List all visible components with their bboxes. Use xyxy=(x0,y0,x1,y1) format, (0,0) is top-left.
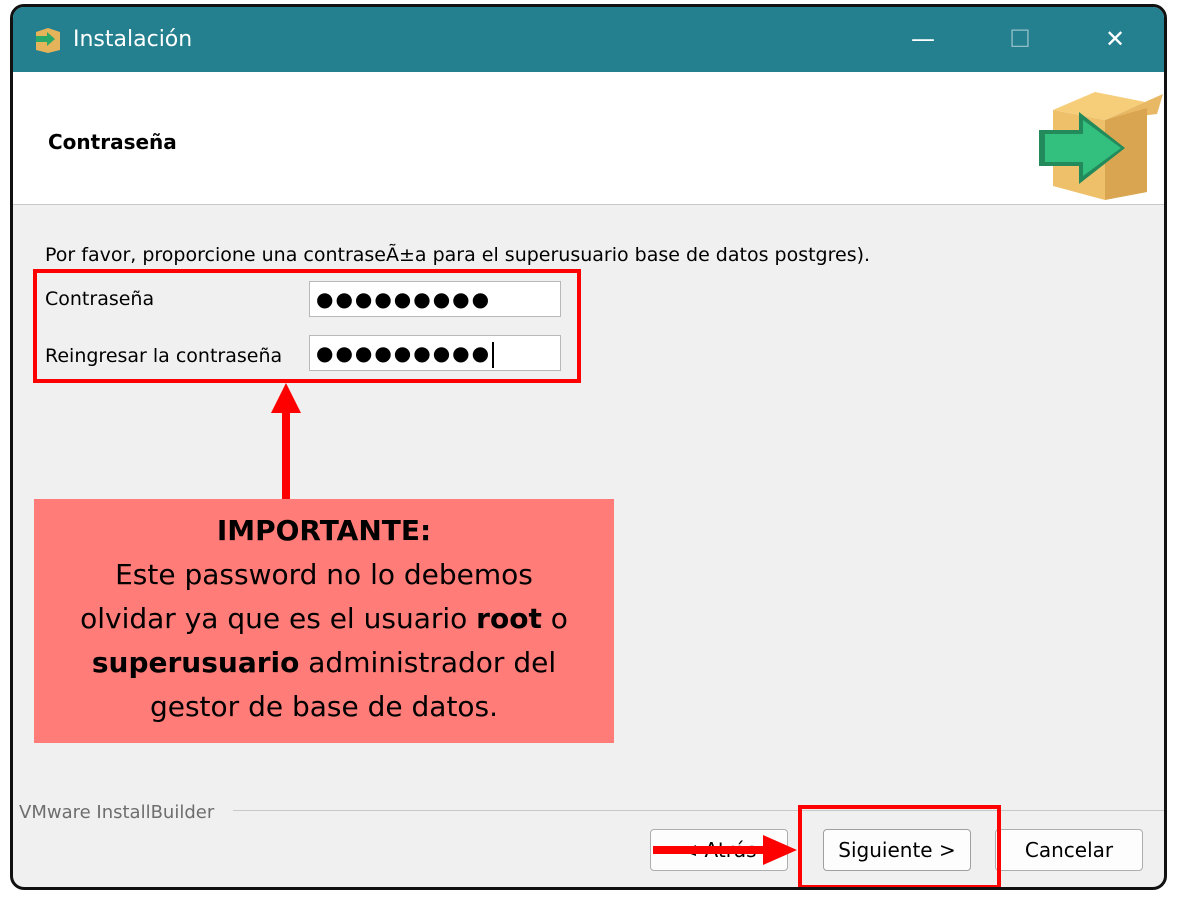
footer-brand: VMware InstallBuilder xyxy=(19,802,221,823)
close-button[interactable]: ✕ xyxy=(1092,19,1138,59)
title-bar: Instalación — ☐ ✕ xyxy=(13,7,1164,72)
installer-window: Instalación — ☐ ✕ Contraseña Por favor, … xyxy=(10,4,1167,890)
installer-box-icon xyxy=(36,28,60,53)
maximize-button[interactable]: ☐ xyxy=(997,19,1043,59)
window-title: Instalación xyxy=(73,27,193,52)
right-arrow-icon xyxy=(653,835,797,865)
next-button-highlight xyxy=(798,805,1001,887)
page-header: Contraseña xyxy=(13,72,1164,205)
footer-divider xyxy=(233,810,1164,811)
callout-line-2: olvidar ya que es el usuario root o xyxy=(80,602,568,635)
minimize-button[interactable]: — xyxy=(900,19,946,59)
installer-box-arrow-icon xyxy=(1039,92,1163,200)
callout-heading: IMPORTANTE: xyxy=(216,514,432,547)
password-fields-highlight xyxy=(33,269,581,383)
callout-line-4: gestor de base de datos. xyxy=(149,690,499,723)
important-callout: IMPORTANTE: Este password no lo debemos … xyxy=(34,499,614,743)
up-arrow-icon xyxy=(271,383,301,501)
callout-line-3: superusuario administrador del xyxy=(91,646,557,679)
page-title: Contraseña xyxy=(48,130,177,154)
callout-line-1: Este password no lo debemos xyxy=(115,558,533,591)
intro-text: Por favor, proporcione una contraseÃ±a p… xyxy=(45,244,871,266)
cancel-button[interactable]: Cancelar xyxy=(995,829,1143,871)
